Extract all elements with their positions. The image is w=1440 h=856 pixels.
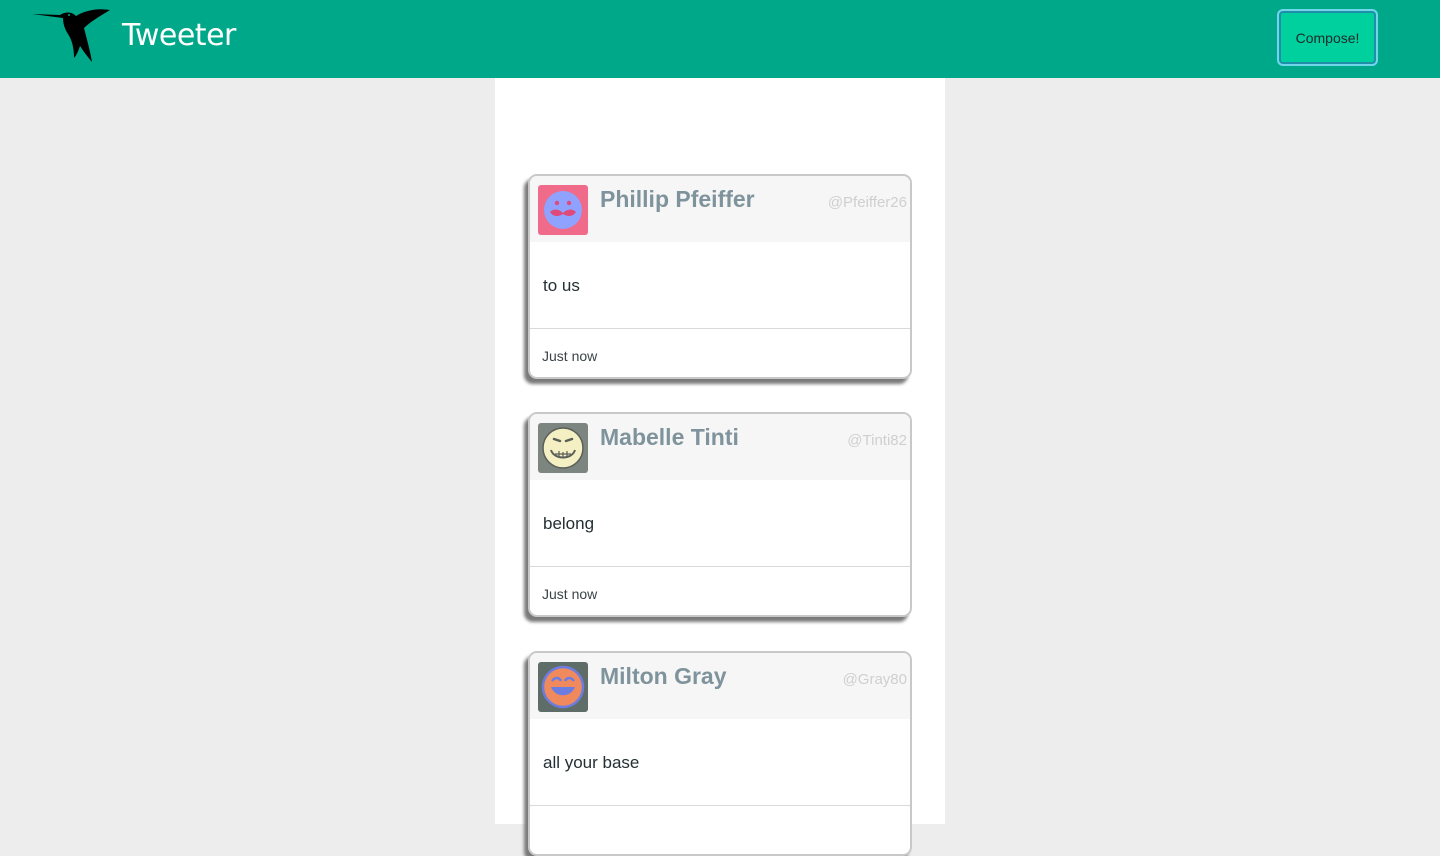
- tweet-text: all your base: [543, 753, 640, 772]
- tweet-header: Phillip Pfeiffer @Pfeiffer26: [530, 176, 910, 242]
- app-title: Tweeter: [122, 18, 236, 53]
- author-handle: @Gray80: [842, 671, 907, 688]
- tweet-text: belong: [543, 514, 595, 533]
- tweet-feed: Phillip Pfeiffer @Pfeiffer26 to us Just …: [495, 78, 945, 856]
- grinning-face-avatar-icon: [538, 423, 588, 473]
- tweet-header: Mabelle Tinti @Tinti82: [530, 414, 910, 480]
- tweet-text: to us: [543, 276, 580, 295]
- tweet-timestamp: Just now: [542, 586, 598, 602]
- author-handle: @Tinti82: [847, 432, 907, 449]
- laughing-face-avatar-icon: [538, 662, 588, 712]
- compose-button[interactable]: Compose!: [1279, 11, 1376, 64]
- author-name: Phillip Pfeiffer: [600, 186, 755, 212]
- top-navbar: Tweeter Compose!: [0, 0, 1440, 78]
- author-handle: @Pfeiffer26: [827, 194, 907, 211]
- tweet-card: Phillip Pfeiffer @Pfeiffer26 to us Just …: [528, 174, 912, 379]
- author-name: Milton Gray: [600, 663, 727, 689]
- hummingbird-icon: [32, 9, 110, 62]
- tweet-divider: [530, 566, 910, 567]
- mustache-face-avatar-icon: [538, 185, 588, 235]
- author-name: Mabelle Tinti: [600, 424, 739, 450]
- tweet-header: Milton Gray @Gray80: [530, 653, 910, 719]
- tweet-divider: [530, 328, 910, 329]
- tweet-divider: [530, 805, 910, 806]
- tweet-card: Milton Gray @Gray80 all your base: [528, 651, 912, 856]
- tweet-card: Mabelle Tinti @Tinti82 belong Just now: [528, 412, 912, 617]
- tweet-timestamp: Just now: [542, 348, 598, 364]
